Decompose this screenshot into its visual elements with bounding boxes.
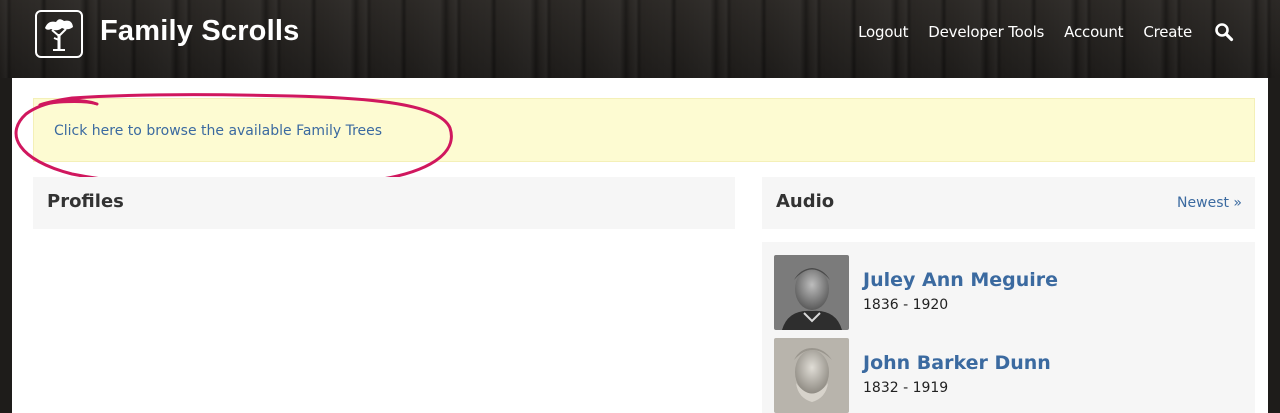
- browse-family-trees-link[interactable]: Click here to browse the available Famil…: [54, 123, 382, 139]
- person-dates: 1832 - 1919: [863, 380, 949, 396]
- profiles-title: Profiles: [47, 191, 124, 212]
- list-item[interactable]: Juley Ann Meguire 1836 - 1920: [774, 255, 1244, 331]
- nav-developer-tools[interactable]: Developer Tools: [928, 23, 1044, 41]
- audio-title: Audio: [776, 191, 835, 212]
- nav-logout[interactable]: Logout: [858, 23, 908, 41]
- avatar[interactable]: [774, 338, 849, 413]
- audio-list: Juley Ann Meguire 1836 - 1920 John Barke…: [762, 242, 1255, 413]
- site-header: Family Scrolls Logout Developer Tools Ac…: [0, 0, 1280, 78]
- family-tree-notice: Click here to browse the available Famil…: [33, 98, 1255, 162]
- site-brand[interactable]: Family Scrolls: [100, 15, 299, 48]
- list-item[interactable]: John Barker Dunn 1832 - 1919: [774, 338, 1244, 413]
- audio-section-header: Audio Newest »: [762, 177, 1255, 229]
- avatar[interactable]: [774, 255, 849, 330]
- nav-account[interactable]: Account: [1064, 23, 1123, 41]
- newest-audio-link[interactable]: Newest »: [1177, 195, 1242, 211]
- main-content: Click here to browse the available Famil…: [12, 78, 1268, 413]
- person-name-link[interactable]: Juley Ann Meguire: [863, 269, 1058, 291]
- person-name-link[interactable]: John Barker Dunn: [863, 352, 1051, 374]
- person-dates: 1836 - 1920: [863, 297, 949, 313]
- search-icon[interactable]: [1214, 22, 1234, 42]
- profiles-section-header: Profiles: [33, 177, 735, 229]
- tree-icon[interactable]: [35, 10, 83, 58]
- main-nav: Logout Developer Tools Account Create: [838, 22, 1234, 42]
- nav-create[interactable]: Create: [1143, 23, 1192, 41]
